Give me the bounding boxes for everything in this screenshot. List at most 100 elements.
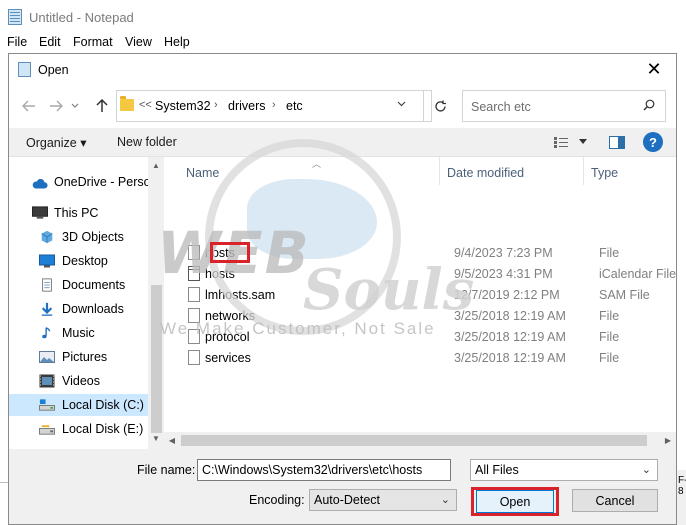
file-name-label: File name: [137, 463, 196, 477]
notepad-status-strip: F-8 [676, 470, 686, 525]
menu-format[interactable]: Format [73, 35, 113, 49]
nav-item-label: Videos [62, 374, 100, 388]
nav-item-local-disk-c[interactable]: Local Disk (C:) [9, 394, 148, 416]
navigation-pane: OneDrive - Personal This PC 3D Objects D… [9, 156, 164, 450]
file-name: lmhosts.sam [205, 288, 276, 302]
file-icon [188, 245, 200, 260]
file-date: 3/25/2018 12:19 AM [454, 351, 566, 365]
encoding-select[interactable]: Auto-Detect ⌄ [309, 489, 457, 511]
menu-edit[interactable]: Edit [39, 35, 61, 49]
file-date: 9/5/2023 4:31 PM [454, 267, 553, 281]
close-button[interactable]: ✕ [634, 54, 674, 84]
nav-item-downloads[interactable]: Downloads [9, 298, 148, 320]
address-dropdown-button[interactable] [397, 99, 406, 110]
address-overflow[interactable]: << [139, 99, 152, 111]
nav-item-desktop[interactable]: Desktop [9, 250, 148, 272]
encoding-value: Auto-Detect [314, 493, 381, 507]
nav-item-label: Documents [62, 278, 126, 292]
chevron-down-icon [397, 101, 406, 107]
view-options-button[interactable] [579, 136, 587, 146]
column-label: Type [591, 166, 619, 180]
nav-item-label: Downloads [62, 302, 124, 316]
organize-button[interactable]: Organize ▾ [26, 135, 86, 150]
nav-item-documents[interactable]: Documents [9, 274, 148, 296]
nav-item-label: Local Disk (C:) [62, 398, 144, 412]
menu-help[interactable]: Help [164, 35, 190, 49]
column-header-name[interactable]: Name [164, 157, 440, 185]
recent-locations-button[interactable] [68, 96, 82, 116]
notepad-menubar: File Edit Format View Help [0, 34, 686, 52]
search-box[interactable]: Search etc [462, 90, 666, 122]
documents-icon [42, 278, 52, 292]
search-icon [643, 99, 655, 111]
file-type: File [599, 351, 620, 365]
up-button[interactable] [92, 96, 112, 116]
nav-item-3d-objects[interactable]: 3D Objects [9, 226, 148, 248]
column-header-date[interactable]: Date modified [440, 157, 583, 185]
file-name-input[interactable]: C:\Windows\System32\drivers\etc\hosts [197, 459, 451, 481]
file-row[interactable]: lmhosts.sam 12/7/2019 2:12 PM SAM File [164, 285, 676, 306]
preview-pane-button[interactable] [609, 136, 625, 149]
column-header-type[interactable]: Type [584, 157, 676, 185]
breadcrumb-drivers[interactable]: drivers [228, 99, 266, 113]
close-icon: ✕ [646, 58, 662, 79]
file-type-value: All Files [475, 463, 519, 477]
file-row[interactable]: hosts 9/5/2023 4:31 PM iCalendar File [164, 264, 676, 285]
breadcrumb-system32[interactable]: System32 [155, 99, 211, 113]
scroll-up-button[interactable]: ▲ [148, 157, 164, 173]
file-date: 3/25/2018 12:19 AM [454, 309, 566, 323]
refresh-icon [435, 100, 446, 112]
file-icon [188, 287, 200, 302]
cube-icon [41, 230, 53, 244]
highlight-box [210, 242, 250, 263]
file-type: SAM File [599, 288, 650, 302]
folder-icon [120, 96, 134, 111]
column-label: Date modified [447, 166, 525, 180]
file-row[interactable]: protocol 3/25/2018 12:19 AM File [164, 327, 676, 348]
file-row[interactable]: services 3/25/2018 12:19 AM File [164, 348, 676, 369]
file-icon [188, 308, 200, 323]
computer-icon [32, 206, 48, 219]
file-list-scrollbar[interactable]: ◀ ▶ [164, 432, 676, 449]
help-button[interactable]: ? [643, 132, 663, 152]
refresh-button[interactable] [423, 91, 457, 121]
scroll-down-button[interactable]: ▼ [148, 430, 164, 446]
scroll-right-button[interactable]: ▶ [660, 432, 676, 449]
dialog-titlebar: Open ✕ [9, 54, 676, 84]
breadcrumb-separator: › [272, 99, 276, 111]
arrow-left-icon [22, 100, 35, 112]
drive-icon [39, 425, 55, 435]
scroll-left-button[interactable]: ◀ [164, 432, 180, 449]
file-row[interactable]: networks 3/25/2018 12:19 AM File [164, 306, 676, 327]
file-name: networks [205, 309, 256, 323]
nav-item-local-disk-e[interactable]: Local Disk (E:) [9, 418, 148, 440]
caret-down-icon [579, 139, 587, 144]
forward-button[interactable] [46, 96, 66, 116]
scrollbar-thumb[interactable] [151, 285, 162, 433]
nav-item-onedrive[interactable]: OneDrive - Personal [9, 171, 148, 193]
nav-item-this-pc[interactable]: This PC [9, 202, 148, 224]
nav-item-label: Music [62, 326, 95, 340]
nav-item-label: Pictures [62, 350, 108, 364]
search-input[interactable]: Search etc [471, 100, 531, 114]
highlight-box [471, 487, 559, 516]
menu-view[interactable]: View [125, 35, 152, 49]
notepad-title: Untitled - Notepad [29, 10, 134, 25]
file-type: File [599, 246, 620, 260]
nav-pane-scrollbar[interactable]: ▲ ▼ [148, 157, 164, 450]
new-folder-button[interactable]: New folder [117, 135, 177, 149]
nav-item-videos[interactable]: Videos [9, 370, 148, 392]
file-type-select[interactable]: All Files ⌄ [470, 459, 658, 481]
breadcrumb-etc[interactable]: etc [286, 99, 303, 113]
file-name: protocol [205, 330, 250, 344]
nav-item-pictures[interactable]: Pictures [9, 346, 148, 368]
scrollbar-thumb[interactable] [181, 435, 647, 446]
address-bar[interactable]: << System32 › drivers › etc [116, 90, 446, 122]
cancel-button[interactable]: Cancel [572, 489, 658, 512]
navigation-bar: << System32 › drivers › etc Search etc [9, 84, 676, 128]
nav-item-music[interactable]: Music [9, 322, 148, 344]
dialog-title: Open [38, 63, 69, 77]
view-details-icon[interactable] [553, 136, 569, 149]
back-button[interactable] [19, 96, 39, 116]
menu-file[interactable]: File [7, 35, 27, 49]
